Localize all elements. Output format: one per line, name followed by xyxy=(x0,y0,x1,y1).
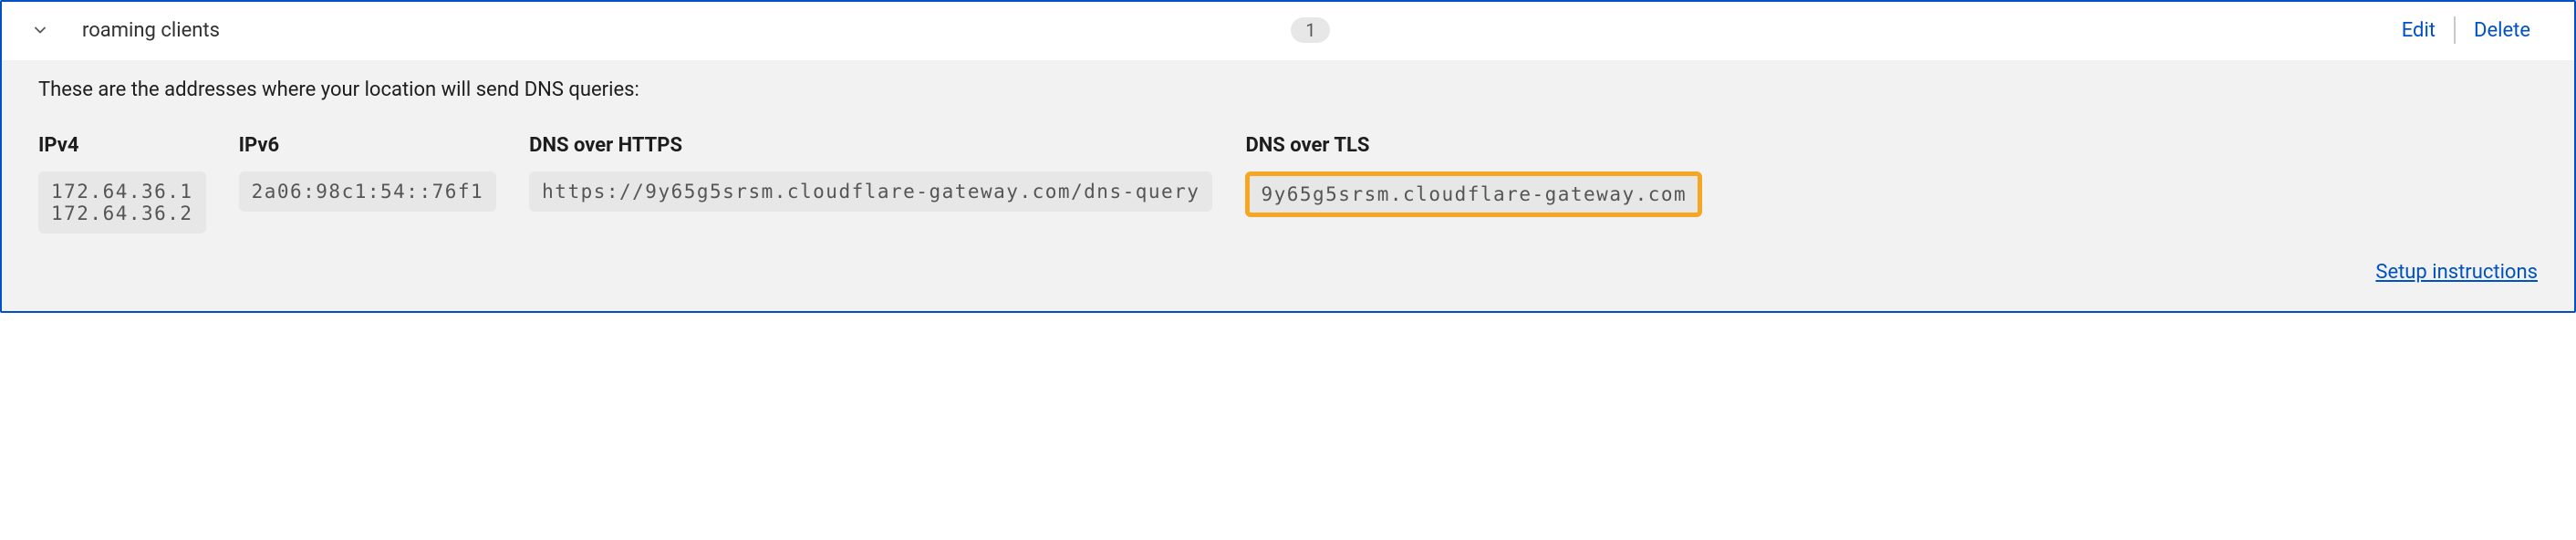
ipv6-column: IPv6 2a06:98c1:54::76f1 xyxy=(239,134,497,212)
intro-text: These are the addresses where your locat… xyxy=(38,78,2538,101)
ipv4-label: IPv4 xyxy=(38,134,206,157)
edit-button[interactable]: Edit xyxy=(2384,19,2454,42)
dns-columns: IPv4 172.64.36.1 172.64.36.2 IPv6 2a06:9… xyxy=(38,134,2538,234)
panel-body: These are the addresses where your locat… xyxy=(2,60,2574,311)
panel-header: roaming clients 1 Edit Delete xyxy=(2,2,2574,60)
location-panel: roaming clients 1 Edit Delete These are … xyxy=(0,0,2576,313)
count-badge: 1 xyxy=(1291,17,1330,43)
panel-footer: Setup instructions xyxy=(38,261,2538,284)
dot-label: DNS over TLS xyxy=(1245,134,1702,157)
dot-value: 9y65g5srsm.cloudflare-gateway.com xyxy=(1245,171,1702,217)
ipv4-column: IPv4 172.64.36.1 172.64.36.2 xyxy=(38,134,206,234)
doh-value: https://9y65g5srsm.cloudflare-gateway.co… xyxy=(529,171,1212,212)
chevron-down-icon[interactable] xyxy=(27,17,53,43)
doh-column: DNS over HTTPS https://9y65g5srsm.cloudf… xyxy=(529,134,1212,212)
location-title: roaming clients xyxy=(82,19,220,42)
ipv6-label: IPv6 xyxy=(239,134,497,157)
doh-label: DNS over HTTPS xyxy=(529,134,1212,157)
setup-instructions-link[interactable]: Setup instructions xyxy=(2375,261,2538,284)
ipv6-value: 2a06:98c1:54::76f1 xyxy=(239,171,497,212)
delete-button[interactable]: Delete xyxy=(2456,19,2549,42)
ipv4-value: 172.64.36.1 172.64.36.2 xyxy=(38,171,206,234)
header-actions: Edit Delete xyxy=(2384,16,2549,44)
dot-column: DNS over TLS 9y65g5srsm.cloudflare-gatew… xyxy=(1245,134,1702,217)
